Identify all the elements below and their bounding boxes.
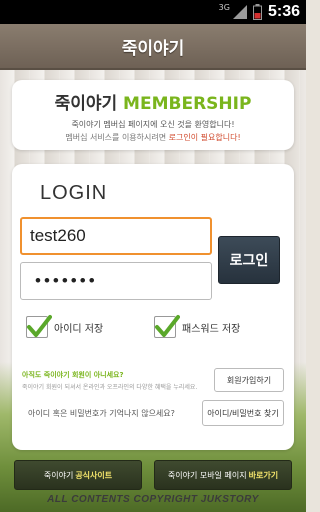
battery-icon [252, 4, 262, 20]
membership-title-word: MEMBERSHIP [123, 94, 252, 114]
join-description: 죽이야기 회원이 되셔서 온라인과 오프라인의 다양한 혜택을 누리세요. [22, 384, 198, 391]
password-input[interactable] [20, 262, 212, 300]
app-header: 죽이야기 [0, 24, 306, 70]
login-button[interactable]: 로그인 [218, 236, 280, 284]
login-panel: LOGIN 로그인 아이디 저장 패스워드 저장 아직도 죽이야기 회원이 아니… [12, 164, 294, 450]
mobile-page-label: 죽이야기 모바일 페이지 [167, 470, 247, 480]
user-id-input[interactable] [20, 217, 212, 255]
checkmark-icon [27, 315, 52, 337]
membership-notice: 멤버십 서비스를 이용하시려면 로그인이 필요합니다! [12, 132, 294, 143]
status-bar: 3G 5:36 [0, 0, 306, 24]
mobile-page-highlight: 바로가기 [248, 470, 279, 480]
join-question: 아직도 죽이야기 회원이 아니세요? [22, 371, 124, 379]
network-type: 3G [218, 3, 230, 12]
copyright-text: ALL CONTENTS COPYRIGHT JUKSTORY [47, 494, 259, 505]
mobile-page-button[interactable]: 죽이야기 모바일 페이지 바로가기 [154, 460, 292, 490]
official-site-button[interactable]: 죽이야기 공식사이트 [14, 460, 142, 490]
save-password-checkbox[interactable] [154, 315, 180, 338]
save-password-label: 패스워드 저장 [182, 323, 241, 335]
membership-title-brand: 죽이야기 [54, 94, 118, 114]
page-title: 죽이야기 [121, 38, 185, 59]
membership-card: 죽이야기 MEMBERSHIP 죽이야기 멤버십 페이지에 오신 것을 환영합니… [12, 80, 294, 150]
login-heading: LOGIN [40, 182, 108, 204]
official-site-label: 죽이야기 [43, 470, 74, 480]
official-site-highlight: 공식사이트 [75, 470, 113, 480]
save-password-option[interactable]: 패스워드 저장 [154, 315, 241, 338]
join-button[interactable]: 회원가입하기 [214, 368, 284, 392]
membership-notice-text: 멤버십 서비스를 이용하시려면 [65, 133, 167, 142]
find-account-button[interactable]: 아이디/비밀번호 찾기 [202, 400, 284, 426]
membership-title: 죽이야기 MEMBERSHIP [12, 89, 294, 114]
membership-notice-highlight: 로그인이 필요합니다! [168, 133, 241, 142]
save-id-label: 아이디 저장 [54, 323, 104, 335]
save-id-checkbox[interactable] [26, 315, 52, 338]
checkmark-icon [155, 315, 180, 337]
signal-icon [232, 5, 247, 19]
clock: 5:36 [267, 3, 300, 20]
membership-welcome: 죽이야기 멤버십 페이지에 오신 것을 환영합니다! [71, 120, 235, 129]
save-id-option[interactable]: 아이디 저장 [26, 315, 104, 338]
find-account-question: 아이디 혹은 비밀번호가 기억나지 않으세요? [28, 409, 175, 418]
